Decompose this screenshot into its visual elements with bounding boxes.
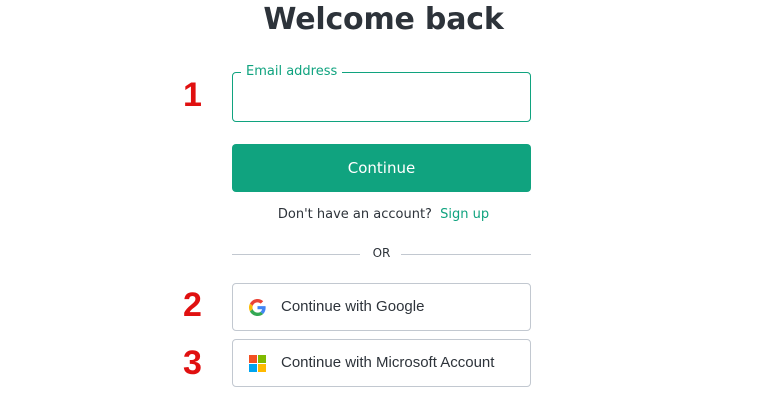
sign-up-link[interactable]: Sign up <box>440 207 489 222</box>
page-title: Welcome back <box>263 2 504 37</box>
signup-prompt-row: Don't have an account? Sign up <box>0 207 767 222</box>
continue-with-microsoft-button[interactable]: Continue with Microsoft Account <box>232 339 531 387</box>
signup-prompt-text: Don't have an account? <box>277 207 432 222</box>
google-icon <box>249 299 266 316</box>
email-field-label: Email address <box>241 64 343 80</box>
continue-with-google-button[interactable]: Continue with Google <box>232 283 531 331</box>
step-marker-2: 2 <box>183 286 202 324</box>
divider-text: OR <box>372 246 391 260</box>
step-marker-3: 3 <box>183 344 202 382</box>
continue-button[interactable]: Continue <box>232 144 531 192</box>
google-button-label: Continue with Google <box>281 298 425 315</box>
step-marker-1: 1 <box>183 76 202 114</box>
divider-line-right <box>401 254 531 255</box>
or-divider: OR <box>232 245 531 263</box>
email-field-container: Email address <box>232 64 531 122</box>
microsoft-icon <box>249 355 266 372</box>
login-page: Welcome back 1 2 3 Email address Continu… <box>0 0 767 404</box>
microsoft-button-label: Continue with Microsoft Account <box>281 354 495 371</box>
email-field[interactable] <box>233 73 530 121</box>
